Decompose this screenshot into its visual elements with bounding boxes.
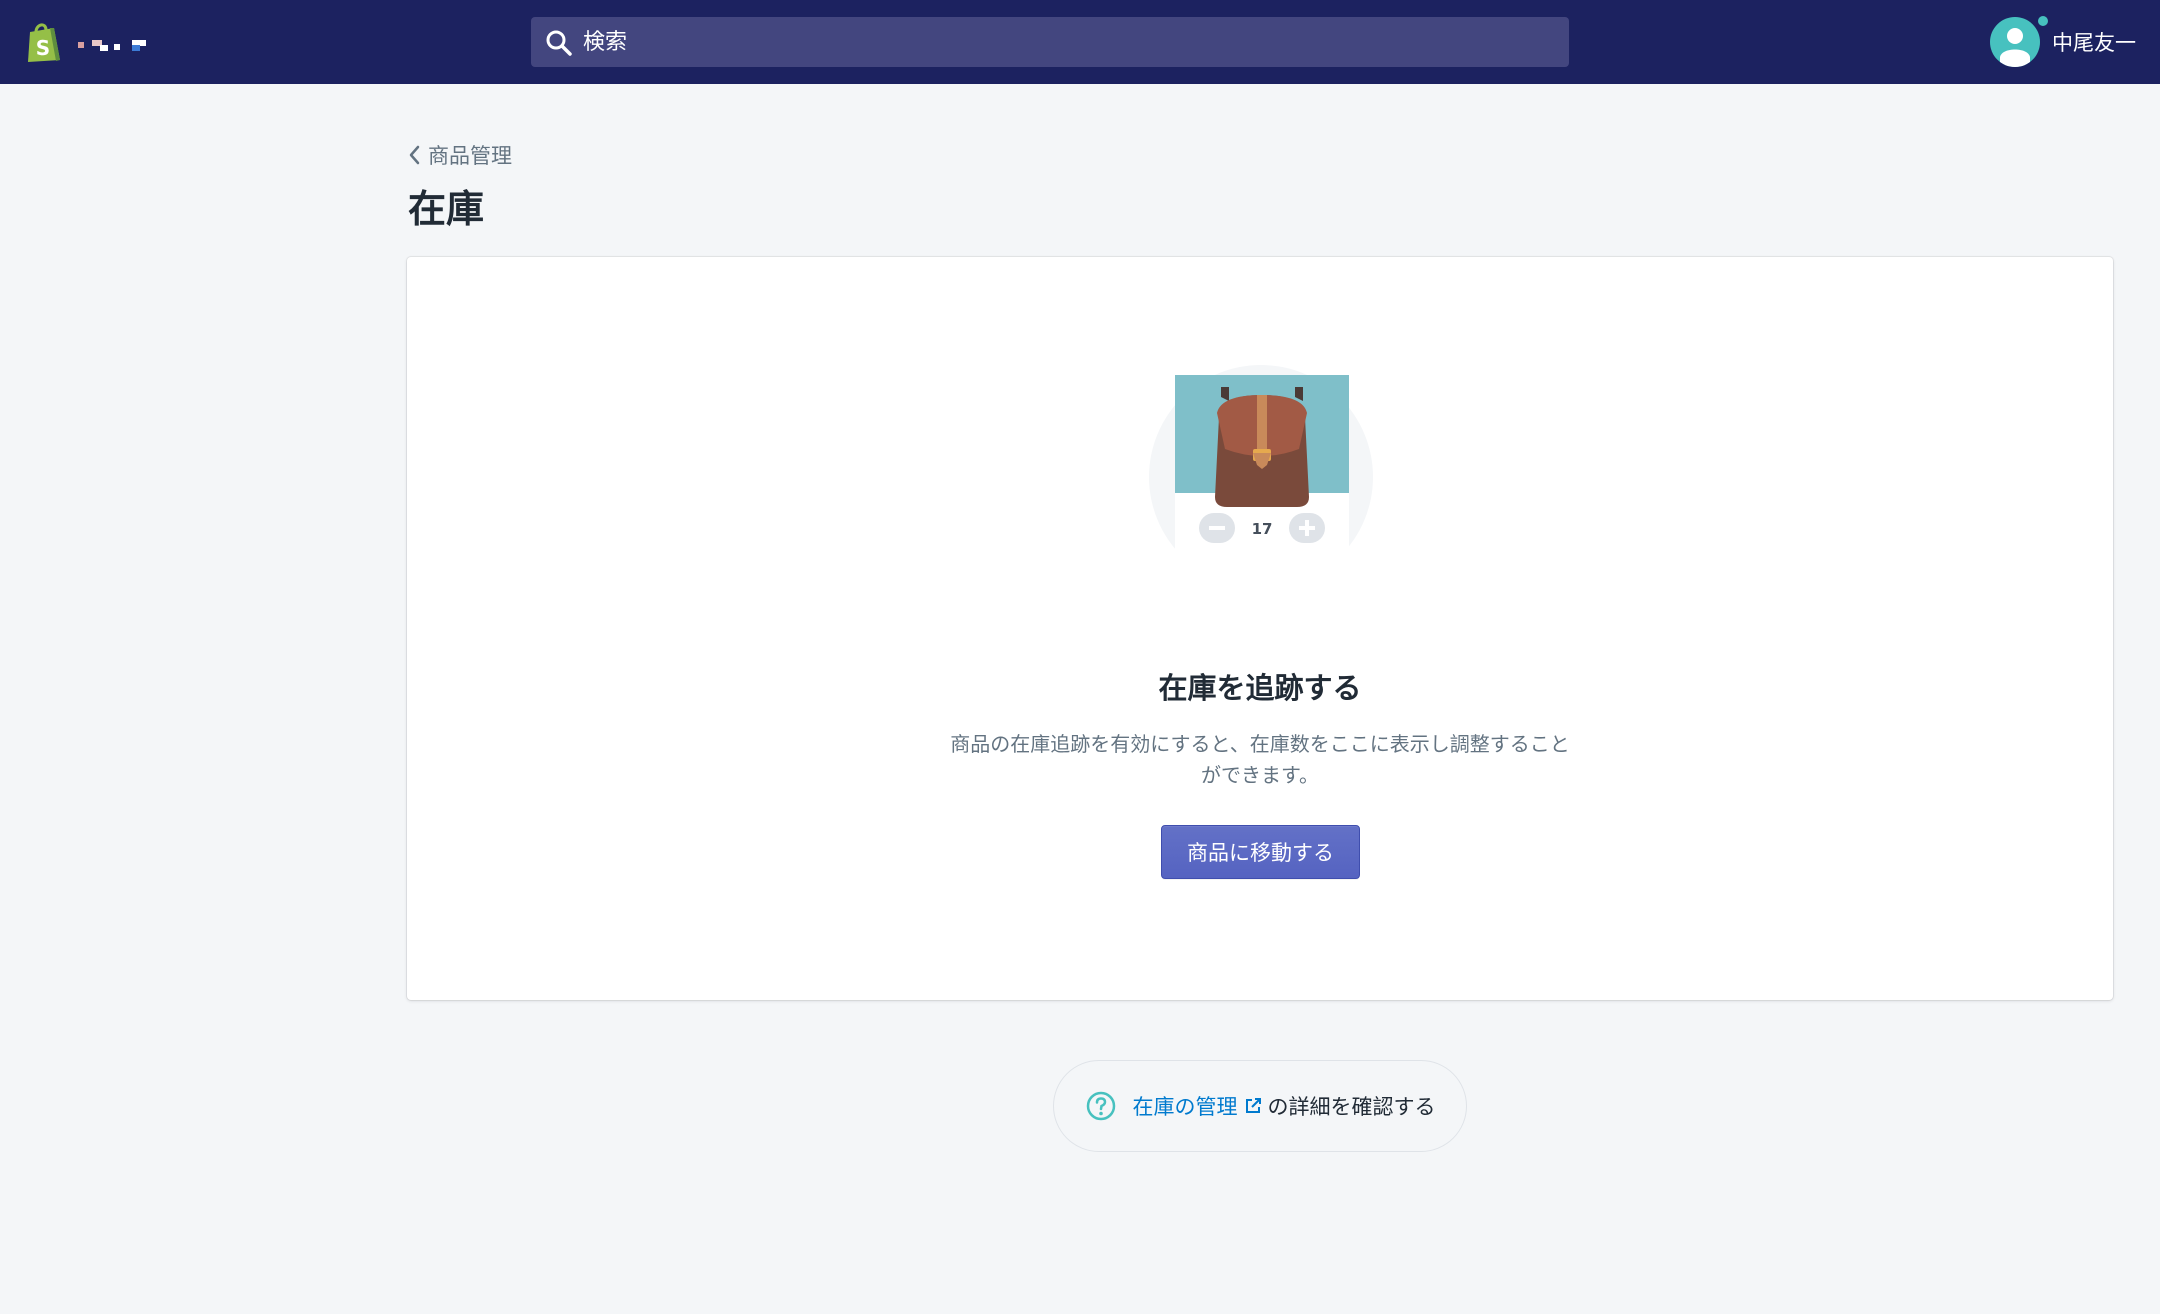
- help-suffix-text: の詳細を確認する: [1267, 1095, 1436, 1119]
- inventory-illustration: 17: [1149, 357, 1373, 565]
- notification-dot: [2036, 14, 2050, 28]
- breadcrumb[interactable]: 商品管理: [408, 140, 512, 170]
- search-icon: [546, 30, 572, 56]
- store-name[interactable]: [78, 40, 158, 52]
- question-circle-icon: [1086, 1091, 1115, 1121]
- top-bar: S 中尾友一: [0, 0, 2160, 84]
- svg-text:S: S: [36, 36, 50, 60]
- illustration-quantity: 17: [1252, 520, 1273, 538]
- empty-state-heading: 在庫を追跡する: [1158, 671, 1362, 705]
- empty-state-description: 商品の在庫追跡を有効にすると、在庫数をここに表示し調整することができます。: [950, 732, 1570, 787]
- external-link-icon: [1245, 1098, 1261, 1113]
- breadcrumb-label[interactable]: 商品管理: [428, 140, 512, 170]
- footer-help: 在庫の管理 の詳細を確認する: [1053, 1060, 1467, 1152]
- user-menu[interactable]: 中尾友一: [1990, 16, 2136, 68]
- manage-inventory-link[interactable]: 在庫の管理: [1133, 1091, 1268, 1121]
- go-to-products-button[interactable]: 商品に移動する: [1161, 825, 1360, 879]
- search-input[interactable]: [583, 17, 1543, 67]
- page-title: 在庫: [408, 187, 485, 231]
- search-bar[interactable]: [531, 17, 1569, 67]
- help-link-label[interactable]: 在庫の管理: [1133, 1091, 1238, 1121]
- chevron-left-icon: [409, 145, 420, 165]
- avatar[interactable]: [1990, 17, 2040, 67]
- empty-state-card: 17 在庫を追跡する 商品の在庫追跡を有効にすると、在庫数をここに表示し調整する…: [407, 257, 2113, 1000]
- shopify-logo-icon[interactable]: S: [24, 20, 64, 64]
- user-name[interactable]: 中尾友一: [2052, 27, 2136, 57]
- user-icon: [2000, 28, 2030, 67]
